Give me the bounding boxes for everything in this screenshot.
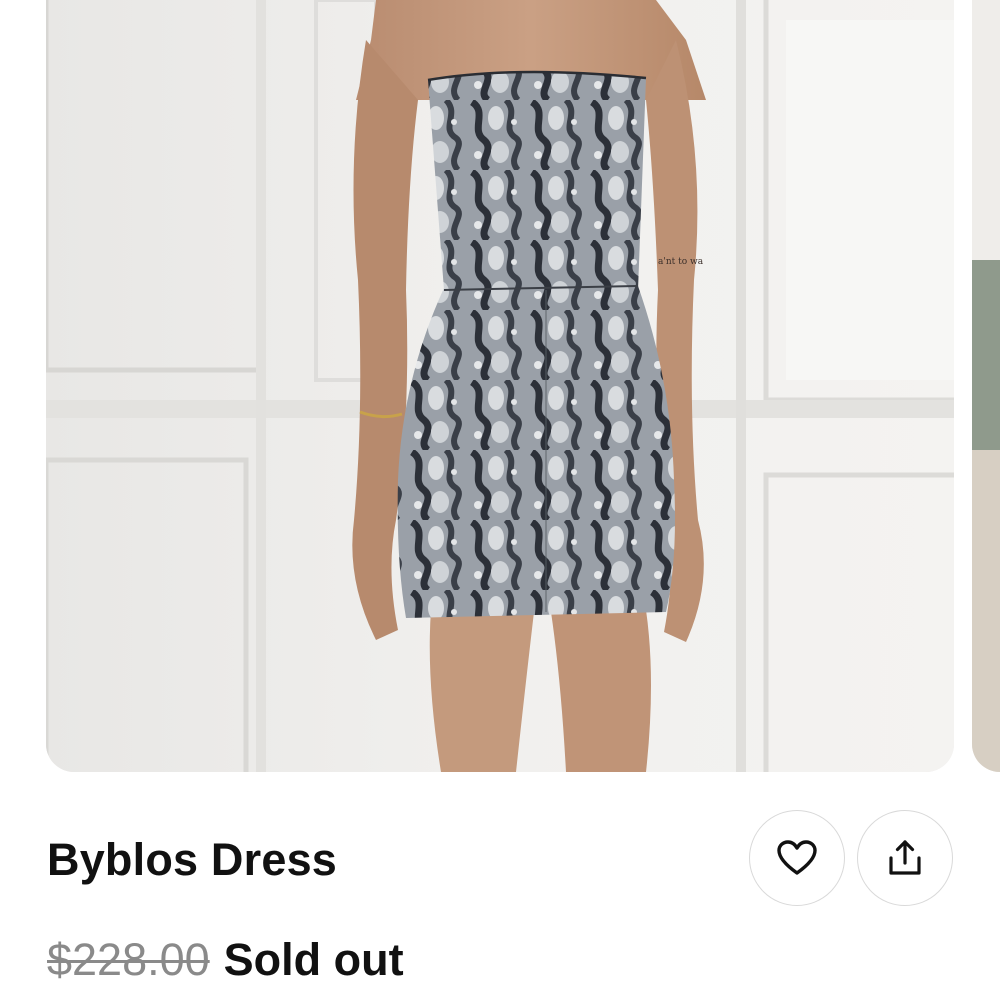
heart-icon: [777, 840, 817, 875]
next-photo-preview: [972, 0, 1000, 772]
svg-text:a'nt to wa: a'nt to wa: [658, 257, 704, 267]
share-button[interactable]: [857, 810, 953, 906]
dress-photo: a'nt to wa: [46, 0, 954, 772]
product-image-carousel[interactable]: a'nt to wa: [0, 0, 1000, 772]
next-product-image-peek[interactable]: [972, 0, 1000, 772]
product-image[interactable]: a'nt to wa: [46, 0, 954, 772]
price-row: $228.00 Sold out: [47, 930, 404, 990]
share-icon: [889, 840, 921, 875]
like-button[interactable]: [749, 810, 845, 906]
original-price: $228.00: [47, 934, 210, 985]
product-page: a'nt to wa Byblos Dress $228.00 Sold out: [0, 0, 1000, 1000]
product-title: Byblos Dress: [47, 834, 338, 885]
sold-out-label: Sold out: [223, 934, 404, 985]
